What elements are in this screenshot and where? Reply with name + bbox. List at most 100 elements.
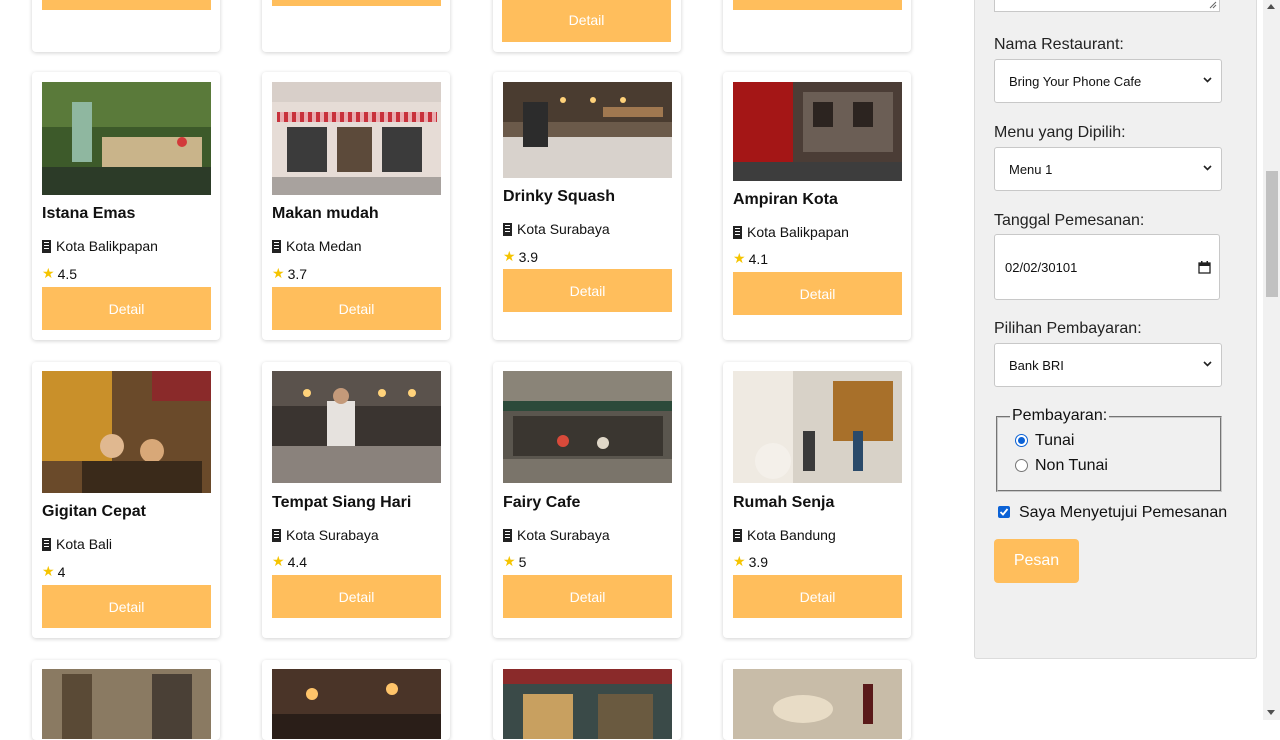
restaurant-location: Kota Balikpapan <box>733 224 849 240</box>
restaurant-select[interactable]: Bring Your Phone Cafe <box>994 59 1222 103</box>
date-label: Tanggal Pemesanan: <box>994 212 1145 229</box>
calendar-icon[interactable] <box>1198 261 1211 274</box>
restaurant-card: Makan mudah Kota Medan ★ 3.7 Detail <box>262 72 450 340</box>
restaurant-name: Gigitan Cepat <box>42 503 147 520</box>
restaurant-photo <box>733 82 902 181</box>
payment-option-label: Pilihan Pembayaran: <box>994 320 1142 337</box>
date-input[interactable]: 02/02/30101 <box>994 234 1220 300</box>
restaurant-location: Kota Surabaya <box>272 527 379 543</box>
restaurant-name: Fairy Cafe <box>503 494 581 511</box>
detail-button[interactable] <box>733 0 902 10</box>
rating-value: 3.7 <box>287 265 308 282</box>
menu-select[interactable]: Menu 1 <box>994 147 1222 191</box>
restaurant-select-value: Bring Your Phone Cafe <box>1009 73 1142 89</box>
restaurant-photo <box>42 669 211 739</box>
date-input-value: 02/02/30101 <box>1005 259 1078 275</box>
payment-noncash-radio[interactable] <box>1015 459 1028 472</box>
chevron-down-icon <box>1203 165 1212 171</box>
restaurant-photo <box>733 371 902 483</box>
detail-button[interactable]: Detail <box>272 575 441 618</box>
restaurant-location: Kota Surabaya <box>503 221 610 237</box>
location-text: Kota Bandung <box>747 527 836 543</box>
building-icon <box>733 225 742 239</box>
location-text: Kota Surabaya <box>517 221 610 237</box>
restaurant-name: Tempat Siang Hari <box>272 494 412 511</box>
restaurant-location: Kota Medan <box>272 238 362 254</box>
building-icon <box>42 537 51 551</box>
chevron-down-icon <box>1203 77 1212 83</box>
agree-checkbox[interactable] <box>998 506 1010 518</box>
restaurant-photo <box>503 82 672 178</box>
restaurant-card <box>262 660 450 740</box>
notes-textarea[interactable] <box>994 0 1220 12</box>
restaurant-card: Fairy Cafe Kota Surabaya ★ 5 Detail <box>493 362 681 638</box>
restaurant-photo <box>733 669 902 739</box>
detail-button[interactable]: Detail <box>733 272 902 315</box>
detail-button-label: Detail <box>568 12 605 28</box>
detail-button[interactable]: Detail <box>42 287 211 330</box>
building-icon <box>503 528 512 542</box>
restaurant-name: Makan mudah <box>272 205 379 222</box>
building-icon <box>733 528 742 542</box>
rating-value: 4.4 <box>287 553 308 570</box>
building-icon <box>42 239 51 253</box>
menu-label: Menu yang Dipilih: <box>994 124 1126 141</box>
location-text: Kota Balikpapan <box>56 238 158 254</box>
restaurant-rating: ★ 5 <box>503 553 526 570</box>
detail-button[interactable]: Detail <box>503 575 672 618</box>
restaurant-card <box>32 660 220 740</box>
detail-button[interactable]: Detail <box>503 269 672 312</box>
detail-button[interactable]: Detail <box>42 585 211 628</box>
restaurant-name: Istana Emas <box>42 205 136 222</box>
building-icon <box>503 222 512 236</box>
detail-button[interactable]: Detail <box>733 575 902 618</box>
restaurant-location: Kota Bandung <box>733 527 836 543</box>
restaurant-photo <box>42 371 211 493</box>
detail-button[interactable] <box>42 0 211 10</box>
menu-select-value: Menu 1 <box>1009 161 1053 177</box>
restaurant-rating: ★ 4.1 <box>733 250 768 267</box>
restaurant-rating: ★ 4.4 <box>272 553 307 570</box>
location-text: Kota Surabaya <box>286 527 379 543</box>
payment-option-select[interactable]: Bank BRI <box>994 343 1222 387</box>
location-text: Kota Balikpapan <box>747 224 849 240</box>
rating-value: 4 <box>57 563 66 580</box>
detail-button[interactable] <box>272 0 441 6</box>
restaurant-card: Ampiran Kota Kota Balikpapan ★ 4.1 Detail <box>723 72 911 340</box>
detail-button[interactable]: Detail <box>502 0 671 42</box>
restaurant-card: Istana Emas Kota Balikpapan ★ 4.5 Detail <box>32 72 220 340</box>
restaurant-rating: ★ 3.7 <box>272 265 307 282</box>
payment-fieldset <box>996 416 1222 492</box>
star-icon: ★ <box>503 248 516 264</box>
payment-cash-radio[interactable] <box>1015 434 1028 447</box>
agree-label[interactable]: Saya Menyetujui Pemesanan <box>1019 504 1227 522</box>
star-icon: ★ <box>272 553 285 569</box>
payment-legend: Pembayaran: <box>1010 407 1110 425</box>
scrollbar-thumb[interactable] <box>1266 171 1278 297</box>
location-text: Kota Surabaya <box>517 527 610 543</box>
restaurant-rating: ★ 3.9 <box>503 248 538 265</box>
restaurant-card: Drinky Squash Kota Surabaya ★ 3.9 Detail <box>493 72 681 340</box>
chevron-down-icon <box>1203 361 1212 367</box>
payment-noncash-label[interactable]: Non Tunai <box>1035 457 1108 475</box>
detail-button[interactable]: Detail <box>272 287 441 330</box>
restaurant-rating: ★ 4.5 <box>42 265 77 282</box>
scroll-down-arrow-icon[interactable] <box>1267 710 1275 715</box>
submit-order-button[interactable]: Pesan <box>994 539 1079 583</box>
restaurant-name: Drinky Squash <box>503 188 616 205</box>
payment-cash-label[interactable]: Tunai <box>1035 432 1074 450</box>
resize-handle-icon <box>1209 1 1217 9</box>
restaurant-rating: ★ 3.9 <box>733 553 768 570</box>
payment-option-value: Bank BRI <box>1009 357 1064 373</box>
restaurant-label: Nama Restaurant: <box>994 36 1124 53</box>
scroll-up-arrow-icon[interactable] <box>1267 4 1275 9</box>
restaurant-photo <box>272 371 441 483</box>
restaurant-photo <box>42 82 211 195</box>
star-icon: ★ <box>733 553 746 569</box>
restaurant-card: Gigitan Cepat Kota Bali ★ 4 Detail <box>32 362 220 638</box>
page-scrollbar[interactable] <box>1263 0 1280 720</box>
star-icon: ★ <box>503 553 516 569</box>
star-icon: ★ <box>42 265 55 281</box>
location-text: Kota Medan <box>286 238 362 254</box>
building-icon <box>272 239 281 253</box>
